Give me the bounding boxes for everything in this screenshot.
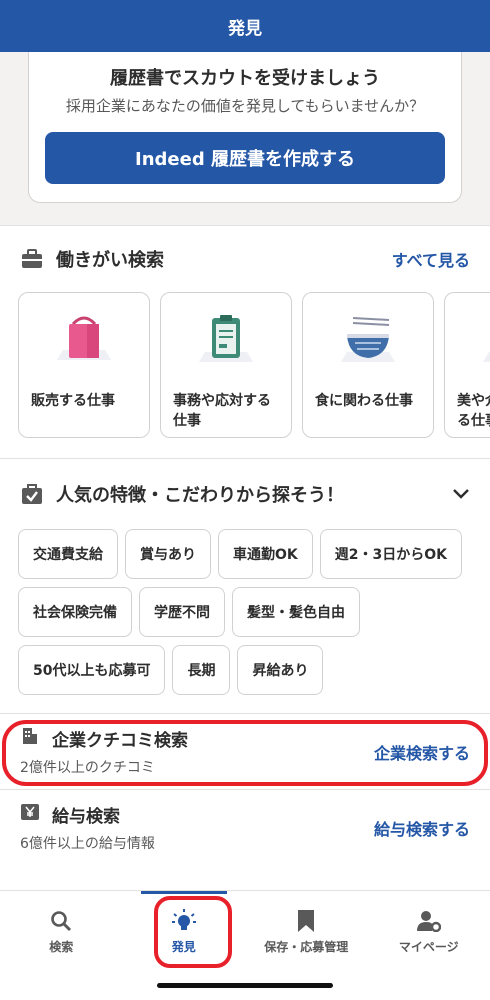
resume-promo-area: 履歴書でスカウトを受けましょう 採用企業にあなたの価値を発見してもらいませんか？…: [0, 52, 490, 225]
resume-promo-card: 履歴書でスカウトを受けましょう 採用企業にあなたの価値を発見してもらいませんか？…: [28, 52, 462, 203]
feature-chip[interactable]: 交通費支給: [18, 529, 118, 579]
tab-label: 検索: [49, 939, 74, 954]
feature-chip-list: 交通費支給 賞与あり 車通勤OK 週2・3日からOK 社会保険完備 学歴不問 髪…: [0, 529, 490, 713]
category-card-sales[interactable]: 販売する仕事: [18, 292, 150, 438]
resume-promo-subtitle: 採用企業にあなたの価値を発見してもらいませんか？: [65, 97, 425, 115]
see-all-link[interactable]: すべて見る: [392, 247, 470, 271]
beauty-icon: [457, 305, 490, 375]
feature-chip[interactable]: 社会保険完備: [18, 587, 132, 637]
top-header: 発見: [0, 0, 490, 52]
salary-search-title: 給与検索: [52, 807, 120, 827]
feature-chip[interactable]: 50代以上も応募可: [18, 645, 166, 695]
feature-chip[interactable]: 髪型・髪色自由: [232, 587, 360, 637]
briefcase-icon: [20, 247, 44, 271]
noodle-bowl-icon: [315, 305, 421, 375]
feature-chip[interactable]: 昇給あり: [237, 645, 324, 695]
feature-chip[interactable]: 長期: [172, 645, 231, 695]
home-indicator: [157, 983, 333, 988]
category-label: 食に関わる仕事: [315, 393, 413, 409]
feature-chip[interactable]: 車通勤OK: [218, 529, 313, 579]
tab-label: マイページ: [398, 939, 459, 954]
checked-bag-icon: [20, 482, 44, 506]
tab-my-page[interactable]: マイページ: [368, 891, 490, 971]
work-style-title: 働きがい検索: [56, 250, 164, 271]
search-icon: [50, 908, 72, 934]
bottom-tab-bar: 検索 発見 保存・応募管理 マイページ: [0, 890, 490, 1000]
tab-search[interactable]: 検索: [0, 891, 123, 971]
tab-label: 保存・応募管理: [264, 939, 349, 954]
highlight-annotation: [2, 720, 488, 786]
feature-chip[interactable]: 賞与あり: [125, 529, 211, 579]
profile-settings-icon: [416, 908, 441, 934]
chevron-down-icon[interactable]: [452, 485, 470, 504]
feature-chip[interactable]: 週2・3日からOK: [319, 529, 462, 579]
salary-search-row[interactable]: 給与検索 6億件以上の給与情報 給与検索する: [0, 789, 490, 865]
work-style-section: 働きがい検索 すべて見る 販売する仕事 事務や応対する仕事 食に関わる仕事 美や…: [0, 225, 490, 458]
company-review-search-row[interactable]: 企業クチコミ検索 2億件以上のクチコミ 企業検索する: [0, 713, 490, 789]
category-label: 美や介護に関わる仕事: [457, 393, 490, 429]
feature-chip[interactable]: 学歴不問: [139, 587, 225, 637]
discover-content[interactable]: 履歴書でスカウトを受けましょう 採用企業にあなたの価値を発見してもらいませんか？…: [0, 52, 490, 890]
clipboard-icon: [173, 305, 279, 375]
resume-promo-title: 履歴書でスカウトを受けましょう: [110, 68, 380, 89]
bookmark-icon: [297, 908, 315, 934]
category-card-beauty[interactable]: 美や介護に関わる仕事: [444, 292, 490, 438]
page-title: 発見: [228, 18, 262, 39]
yen-icon: [20, 804, 40, 825]
category-card-food[interactable]: 食に関わる仕事: [302, 292, 434, 438]
salary-search-subtitle: 6億件以上の給与情報: [20, 836, 155, 852]
create-resume-button[interactable]: Indeed 履歴書を作成する: [45, 132, 445, 184]
tab-saved-applications[interactable]: 保存・応募管理: [245, 891, 368, 971]
shopping-bag-icon: [31, 305, 137, 375]
salary-search-link[interactable]: 給与検索する: [374, 816, 470, 840]
features-title: 人気の特徴・こだわりから探そう！: [56, 485, 344, 506]
category-card-office[interactable]: 事務や応対する仕事: [160, 292, 292, 438]
category-label: 事務や応対する仕事: [173, 393, 271, 429]
highlight-annotation: [154, 896, 232, 968]
features-section: 人気の特徴・こだわりから探そう！ 交通費支給 賞与あり 車通勤OK 週2・3日か…: [0, 458, 490, 713]
category-label: 販売する仕事: [31, 393, 115, 409]
